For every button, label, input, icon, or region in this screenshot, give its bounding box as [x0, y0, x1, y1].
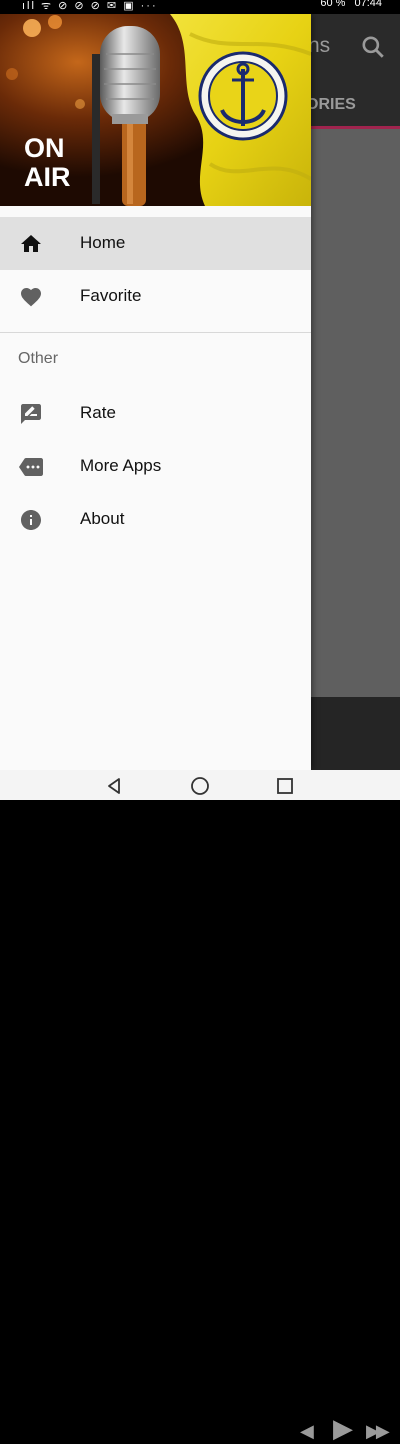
menu-label-home: Home	[80, 233, 126, 252]
more-apps-icon	[19, 458, 43, 476]
menu-label-rate: Rate	[80, 403, 116, 422]
search-icon[interactable]	[360, 34, 386, 60]
on-air-label: ON AIR	[24, 133, 71, 192]
heart-icon	[21, 288, 41, 307]
navigation-drawer: ON AIR Home Favorite Other Rate More App…	[0, 14, 311, 770]
bg-tab-categories[interactable]: ORIES	[306, 96, 356, 114]
rate-review-icon	[21, 404, 41, 424]
status-left-icons: ıll ᯤ ⊘ ⊘ ⊘ ✉ ▣ ···	[22, 0, 158, 12]
menu-item-more-apps[interactable]: More Apps	[0, 440, 311, 493]
home-icon	[21, 235, 41, 252]
back-icon[interactable]	[104, 776, 124, 796]
menu-item-home[interactable]: Home	[0, 217, 311, 270]
menu-label-about: About	[80, 509, 125, 528]
next-icon[interactable]: ▶▶	[366, 1421, 390, 1442]
bg-title: ns	[308, 34, 331, 57]
status-bar: ıll ᯤ ⊘ ⊘ ⊘ ✉ ▣ ··· 60 % 07:44	[0, 0, 400, 14]
menu-item-favorite[interactable]: Favorite	[0, 270, 311, 323]
play-icon[interactable]: ▶	[333, 1413, 353, 1444]
previous-icon[interactable]: ◀	[300, 1421, 314, 1442]
system-nav-bar	[0, 770, 400, 800]
menu-item-rate[interactable]: Rate	[0, 387, 311, 440]
status-time: 07:44	[354, 0, 382, 9]
battery-level: 60 %	[320, 0, 346, 9]
recents-icon[interactable]	[275, 776, 295, 796]
drawer-header: ON AIR	[0, 14, 311, 206]
tab-indicator	[310, 126, 400, 129]
status-right: 60 % 07:44	[320, 0, 382, 9]
section-title-other: Other	[18, 350, 59, 367]
menu-label-more-apps: More Apps	[80, 456, 162, 475]
info-icon	[21, 510, 41, 530]
menu-item-about[interactable]: About	[0, 493, 311, 546]
divider	[0, 332, 311, 333]
home-circle-icon[interactable]	[190, 776, 210, 796]
menu-label-favorite: Favorite	[80, 286, 142, 305]
